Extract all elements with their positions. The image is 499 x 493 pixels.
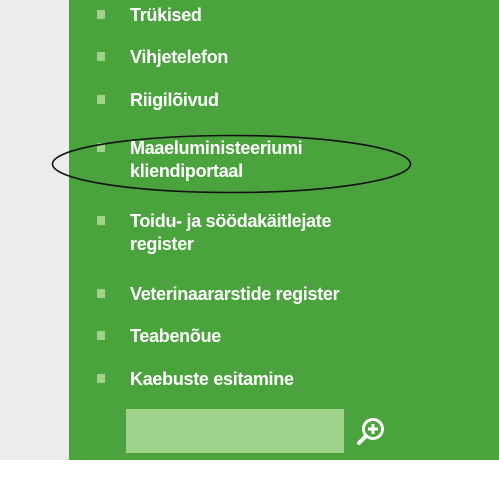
bullet-icon xyxy=(97,52,105,61)
bullet-icon xyxy=(97,10,105,19)
left-gutter xyxy=(0,0,69,460)
zoom-in-icon xyxy=(357,418,384,445)
bottom-strip xyxy=(0,460,499,493)
nav-item-label: Maaeluministeeriumi kliendiportaal xyxy=(130,138,303,181)
nav-item-label: Toidu- ja söödakäitlejate register xyxy=(130,211,332,254)
nav-item-label: Vihjetelefon xyxy=(130,47,229,67)
search-input[interactable] xyxy=(126,409,344,453)
bullet-icon xyxy=(97,331,105,340)
bullet-icon xyxy=(97,95,105,104)
bullet-icon xyxy=(97,374,105,383)
nav-item-label: Kaebuste esitamine xyxy=(130,369,294,389)
nav-item-label: Veterinaararstide register xyxy=(130,284,340,304)
bullet-icon xyxy=(97,289,105,298)
nav-item-label: Riigilõivud xyxy=(130,90,219,110)
bullet-icon xyxy=(97,216,105,225)
bullet-icon xyxy=(97,143,105,152)
nav-item-label: Trükised xyxy=(130,5,202,25)
page: Trükised Vihjetelefon Riigilõivud Maaelu… xyxy=(0,0,499,493)
nav-item-label: Teabenõue xyxy=(130,326,221,346)
search-button[interactable] xyxy=(354,415,388,449)
